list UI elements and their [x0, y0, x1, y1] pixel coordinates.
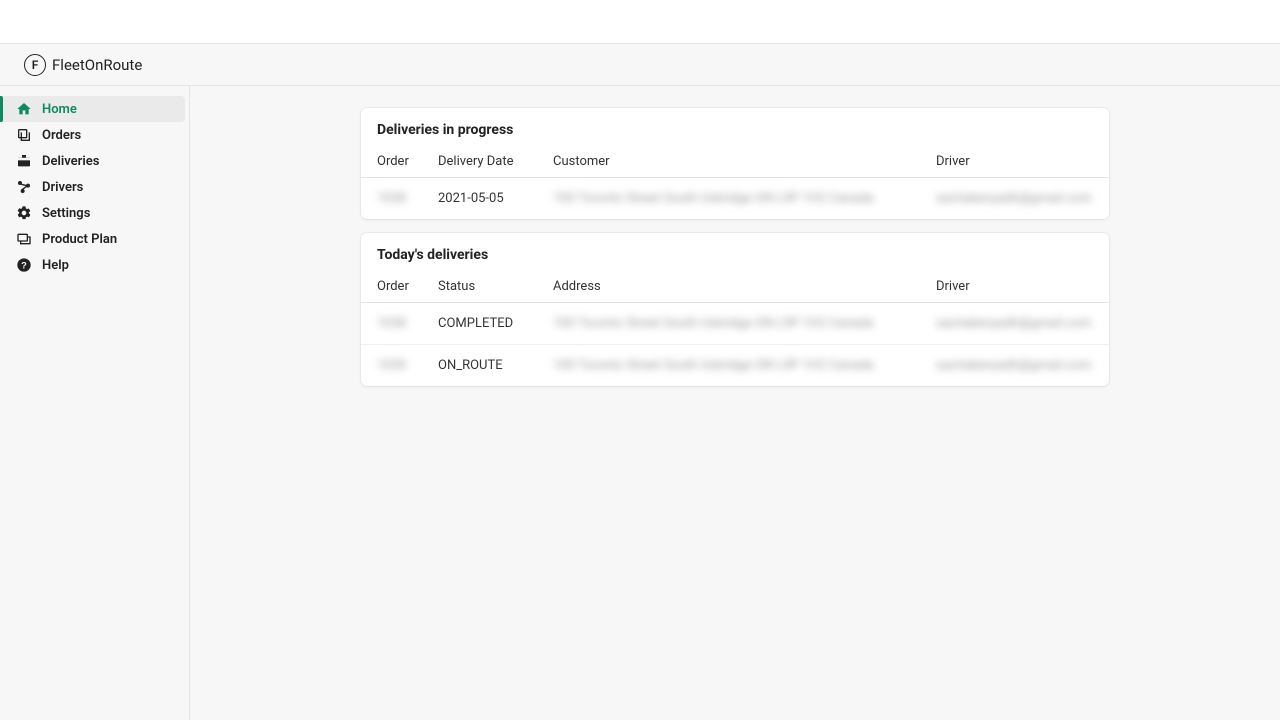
cell-driver: sachakenyadh@gmail.com: [936, 191, 1092, 206]
card-title: Today's deliveries: [361, 233, 1109, 271]
cell-address: 100 Toronto Street South Uxbridge ON L9P…: [553, 316, 874, 331]
deliveries-icon: [16, 153, 32, 169]
cell-driver: sachakenyadh@gmail.com: [936, 316, 1092, 331]
column-header-date: Delivery Date: [426, 146, 541, 178]
brand-logo-icon: F: [24, 54, 46, 76]
sidebar-item-label: Help: [42, 258, 69, 273]
sidebar-item-help[interactable]: ? Help: [0, 252, 185, 278]
sidebar-item-label: Settings: [42, 206, 90, 221]
table-row[interactable]: 1038 2021-05-05 100 Toronto Street South…: [361, 178, 1109, 220]
column-header-order: Order: [361, 146, 426, 178]
sidebar-item-settings[interactable]: Settings: [0, 200, 185, 226]
table-row[interactable]: 1038 COMPLETED 100 Toronto Street South …: [361, 303, 1109, 345]
drivers-icon: [16, 179, 32, 195]
column-header-address: Address: [541, 271, 924, 303]
cell-order: 1038: [377, 191, 406, 206]
main-content: Deliveries in progress Order Delivery Da…: [190, 86, 1280, 720]
column-header-status: Status: [426, 271, 541, 303]
browser-chrome-spacer: [0, 0, 1280, 44]
column-header-customer: Customer: [541, 146, 924, 178]
sidebar-item-label: Home: [42, 102, 77, 117]
column-header-driver: Driver: [924, 271, 1109, 303]
todays-deliveries-table: Order Status Address Driver 1038 COMPLET…: [361, 271, 1109, 386]
sidebar-item-orders[interactable]: Orders: [0, 122, 185, 148]
sidebar-item-productplan[interactable]: Product Plan: [0, 226, 185, 252]
deliveries-in-progress-card: Deliveries in progress Order Delivery Da…: [361, 108, 1109, 219]
column-header-order: Order: [361, 271, 426, 303]
help-icon: ?: [16, 257, 32, 273]
cell-order: 1039: [377, 358, 406, 373]
cell-address: 100 Toronto Street South Uxbridge ON L9P…: [553, 358, 874, 373]
sidebar-item-deliveries[interactable]: Deliveries: [0, 148, 185, 174]
app-header: F FleetOnRoute: [0, 44, 1280, 86]
orders-icon: [16, 127, 32, 143]
sidebar-item-drivers[interactable]: Drivers: [0, 174, 185, 200]
cell-status: ON_ROUTE: [438, 358, 503, 373]
card-title: Deliveries in progress: [361, 108, 1109, 146]
cell-customer: 100 Toronto Street South Uxbridge ON L9P…: [553, 191, 874, 206]
sidebar-item-home[interactable]: Home: [0, 96, 185, 122]
sidebar-item-label: Product Plan: [42, 232, 117, 247]
sidebar-item-label: Orders: [42, 128, 81, 143]
cell-date: 2021-05-05: [438, 191, 504, 206]
settings-icon: [16, 205, 32, 221]
product-plan-icon: [16, 231, 32, 247]
todays-deliveries-card: Today's deliveries Order Status Address …: [361, 233, 1109, 386]
column-header-driver: Driver: [924, 146, 1109, 178]
sidebar-nav: Home Orders Deliveries Drivers Settings Produ…: [0, 86, 190, 720]
brand-name: FleetOnRoute: [52, 56, 142, 74]
cell-driver: sachakenyadh@gmail.com: [936, 358, 1092, 373]
deliveries-in-progress-table: Order Delivery Date Customer Driver 1038…: [361, 146, 1109, 219]
cell-status: COMPLETED: [438, 316, 513, 331]
sidebar-item-label: Deliveries: [42, 154, 99, 169]
sidebar-item-label: Drivers: [42, 180, 83, 195]
svg-text:?: ?: [21, 260, 27, 270]
table-row[interactable]: 1039 ON_ROUTE 100 Toronto Street South U…: [361, 345, 1109, 387]
home-icon: [16, 101, 32, 117]
cell-order: 1038: [377, 316, 406, 331]
